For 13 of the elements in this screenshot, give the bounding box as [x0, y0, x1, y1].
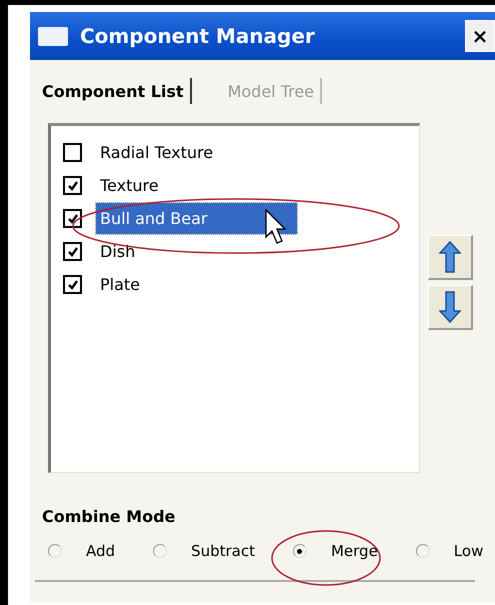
- radio-button[interactable]: Low: [416, 542, 484, 560]
- list-item[interactable]: Texture: [96, 170, 249, 201]
- list-item[interactable]: Plate: [96, 269, 230, 300]
- list-item[interactable]: Radial Texture: [96, 137, 304, 168]
- tab[interactable]: Component List: [42, 82, 188, 100]
- list-item[interactable]: Dish: [96, 236, 226, 267]
- combine-mode-label: Combine Mode: [42, 507, 176, 526]
- radio-button[interactable]: Subtract: [153, 542, 255, 560]
- close-button[interactable]: ×: [465, 20, 495, 52]
- list-item[interactable]: Bull and Bear: [96, 203, 298, 234]
- radio-button[interactable]: Add: [48, 542, 116, 560]
- radio-button[interactable]: Merge: [292, 542, 378, 560]
- window-title: Component Manager: [80, 24, 316, 48]
